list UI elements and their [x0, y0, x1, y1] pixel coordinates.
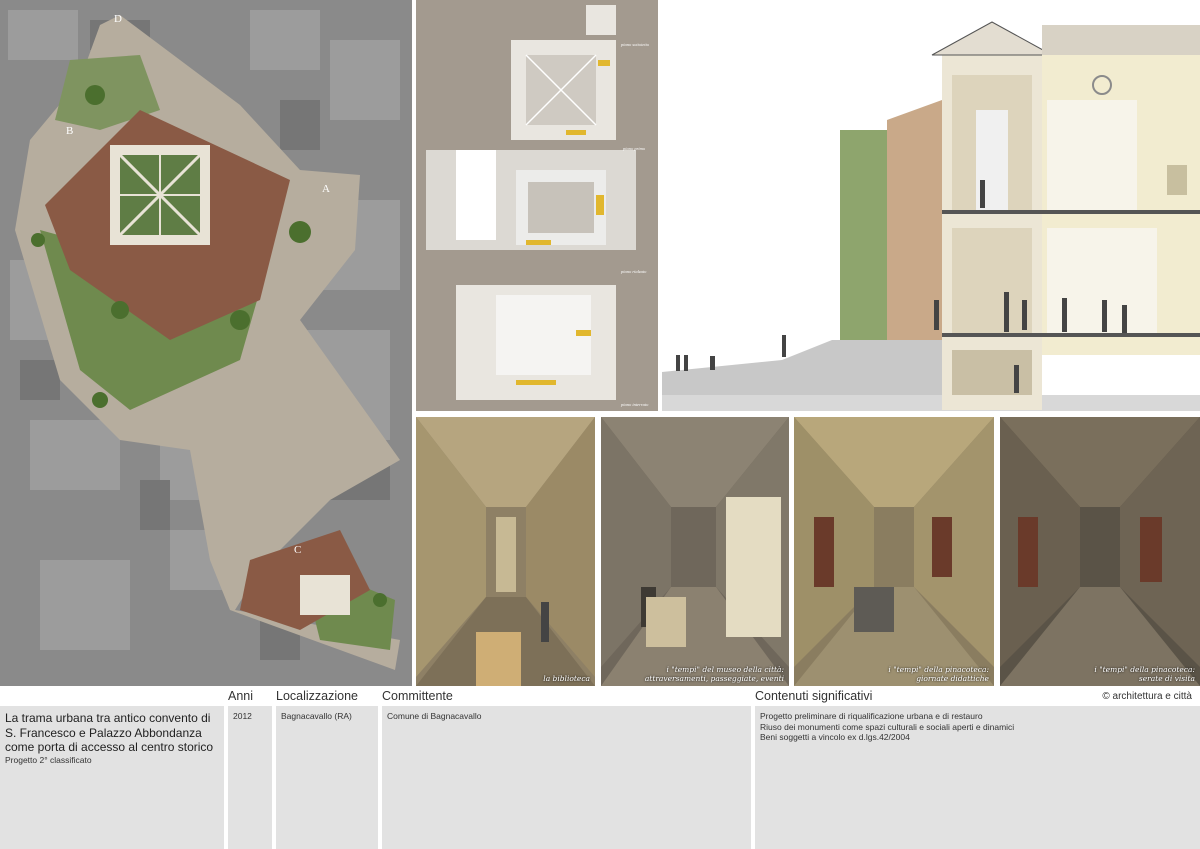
site-plan-drawing: D B A C [0, 0, 412, 686]
building-section [662, 0, 1200, 411]
axonometry-drawing: piano sottotetto piano primo piano rialz… [416, 0, 658, 411]
contents-line: Beni soggetti a vincolo ex d.lgs.42/2004 [760, 732, 910, 742]
render-caption-city-museum: i "tempi" del museo della città: attrave… [644, 665, 784, 683]
floor-label-first: piano primo [622, 146, 646, 151]
location-value: Bagnacavallo (RA) [281, 711, 352, 721]
render-library-image [416, 417, 595, 686]
render-caption-gallery-evenings: i "tempi" della pinacoteca: serate di vi… [1094, 665, 1195, 683]
render-caption-gallery-workshops: i "tempi" della pinacoteca: giornate did… [888, 665, 989, 683]
contents-cell: Progetto preliminare di riqualificazione… [755, 706, 1200, 849]
floor-label-basement: piano interrato [620, 402, 649, 407]
header-client: Committente [382, 689, 453, 703]
site-plan-image: D B A C [0, 0, 412, 686]
client-value: Comune di Bagnacavallo [387, 711, 482, 721]
render-gallery-evenings-image [1000, 417, 1200, 686]
client-cell: Comune di Bagnacavallo [382, 706, 751, 849]
header-contents: Contenuti significativi [755, 689, 873, 703]
render-caption-library: la biblioteca [543, 674, 590, 683]
copyright-label: © architettura e città [1102, 691, 1192, 702]
project-title-line: La trama urbana tra antico convento di [5, 711, 211, 725]
year-value: 2012 [233, 711, 252, 721]
project-title-cell: La trama urbana tra antico convento di S… [0, 706, 224, 849]
header-years: Anni [228, 689, 254, 703]
project-title-line: S. Francesco e Palazzo Abbondanza [5, 725, 202, 740]
project-award: Progetto 2° classificato [5, 754, 92, 765]
year-cell: 2012 [228, 706, 272, 849]
plan-label-b: B [66, 125, 73, 137]
project-info-table: Anni Localizzazione Committente Contenut… [0, 686, 1200, 849]
floor-label-attic: piano sottotetto [620, 42, 650, 47]
contents-line: Progetto preliminare di riqualificazione… [760, 711, 983, 721]
floor-label-raised: piano rialzato [620, 269, 647, 274]
render-city-museum: i "tempi" del museo della città: attrave… [601, 417, 789, 686]
render-gallery-workshops-image [794, 417, 994, 686]
render-gallery-workshops: i "tempi" della pinacoteca: giornate did… [794, 417, 994, 686]
location-cell: Bagnacavallo (RA) [276, 706, 378, 849]
header-location: Localizzazione [276, 689, 358, 703]
section-drawing [662, 0, 1200, 411]
render-gallery-evenings: i "tempi" della pinacoteca: serate di vi… [1000, 417, 1200, 686]
plan-label-a: A [322, 183, 330, 195]
exploded-axonometry: piano sottotetto piano primo piano rialz… [416, 0, 658, 411]
render-city-museum-image [601, 417, 789, 686]
plan-label-d: D [114, 13, 122, 25]
contents-line: Riuso dei monumenti come spazi culturali… [760, 721, 1015, 732]
plan-label-c: C [294, 544, 301, 556]
render-library: la biblioteca [416, 417, 595, 686]
project-title-line: come porta di accesso al centro storico [5, 740, 214, 754]
